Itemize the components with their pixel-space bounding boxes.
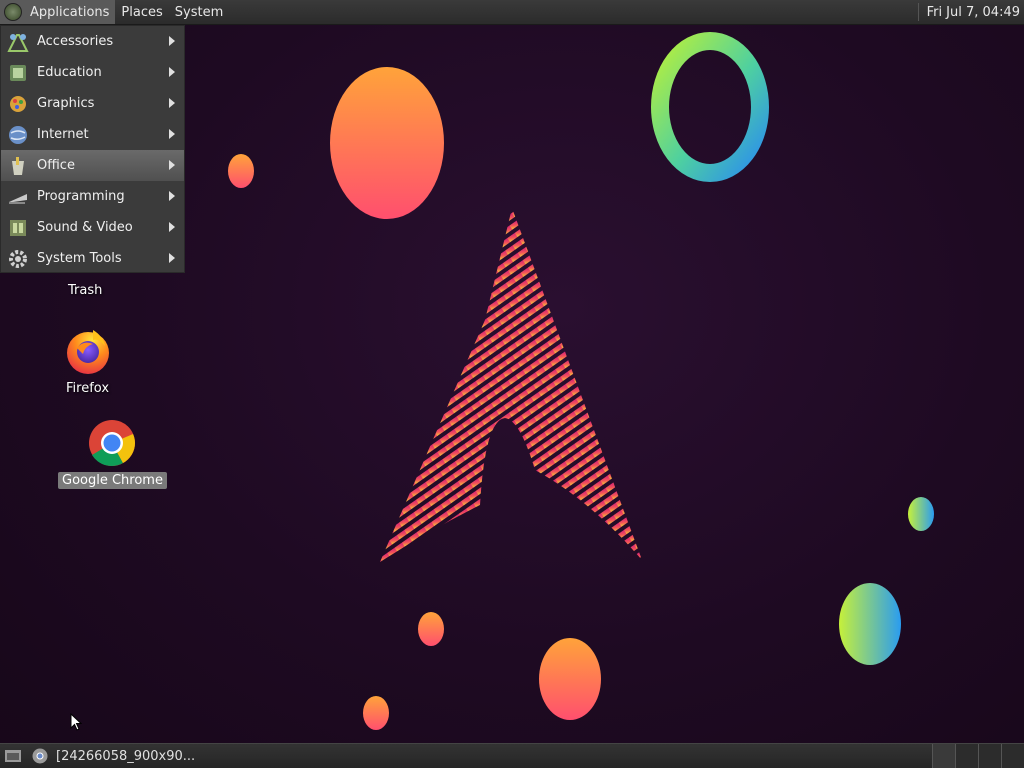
menu-item-label: Accessories: [37, 34, 114, 49]
submenu-arrow-icon: [169, 36, 175, 46]
sound-video-icon: [7, 217, 29, 239]
orange-bubble-bottom: [539, 638, 601, 720]
submenu-arrow-icon: [169, 191, 175, 201]
firefox-icon: [66, 330, 109, 374]
places-label: Places: [121, 4, 163, 20]
menu-item-label: Sound & Video: [37, 220, 133, 235]
submenu-arrow-icon: [169, 253, 175, 263]
system-tools-icon: [7, 248, 29, 270]
desktop-icon-chrome[interactable]: Google Chrome: [58, 418, 167, 489]
desktop-icon-firefox[interactable]: Firefox: [62, 326, 113, 397]
submenu-arrow-icon: [169, 67, 175, 77]
internet-icon: [7, 124, 29, 146]
graphics-icon: [7, 93, 29, 115]
menu-item-system-tools[interactable]: System Tools: [1, 243, 184, 274]
office-icon: [7, 155, 29, 177]
applications-menu-button[interactable]: Applications: [0, 0, 116, 24]
menu-item-office[interactable]: Office: [1, 150, 184, 181]
show-desktop-icon: [5, 750, 21, 762]
workspace-4[interactable]: [1001, 744, 1024, 768]
workspace-2[interactable]: [955, 744, 978, 768]
desktop-icon-trash[interactable]: Trash: [64, 278, 106, 299]
menu-item-label: Education: [37, 65, 102, 80]
menu-item-label: System Tools: [37, 251, 122, 266]
desktop-icon-label: Trash: [68, 283, 103, 298]
menu-item-label: Programming: [37, 189, 125, 204]
accessories-icon: [7, 31, 29, 53]
submenu-arrow-icon: [169, 129, 175, 139]
applications-dropdown: Accessories Education Graphics Internet …: [0, 25, 185, 273]
menu-item-graphics[interactable]: Graphics: [1, 88, 184, 119]
blue-bubble-small: [908, 497, 934, 531]
orange-bubble-large: [330, 67, 444, 219]
clock-text: Fri Jul 7, 04:49: [926, 4, 1020, 20]
distro-logo-icon: [4, 3, 22, 21]
ring-bubble: [651, 32, 769, 182]
submenu-arrow-icon: [169, 160, 175, 170]
top-panel: Applications Places System Fri Jul 7, 04…: [0, 0, 1024, 25]
education-icon: [7, 62, 29, 84]
menu-item-programming[interactable]: Programming: [1, 181, 184, 212]
orange-bubble-tiny-2: [363, 696, 389, 730]
menu-item-internet[interactable]: Internet: [1, 119, 184, 150]
mouse-cursor-icon: [70, 713, 82, 731]
submenu-arrow-icon: [169, 98, 175, 108]
blue-bubble-large: [839, 583, 901, 665]
menu-item-label: Internet: [37, 127, 89, 142]
orange-bubble-tiny-1: [418, 612, 444, 646]
clock[interactable]: Fri Jul 7, 04:49: [917, 0, 1020, 24]
system-menu-button[interactable]: System: [169, 0, 229, 24]
desktop-icon-label: Google Chrome: [58, 472, 167, 489]
taskbar-window-label: [24266058_900x90...: [56, 748, 196, 764]
applications-label: Applications: [30, 4, 110, 20]
programming-icon: [7, 186, 29, 208]
desktop-icon-label: Firefox: [66, 381, 110, 396]
menu-item-label: Graphics: [37, 96, 95, 111]
chrome-icon: [89, 420, 136, 467]
workspace-3[interactable]: [978, 744, 1001, 768]
menu-item-accessories[interactable]: Accessories: [1, 26, 184, 57]
submenu-arrow-icon: [169, 222, 175, 232]
places-menu-button[interactable]: Places: [115, 0, 168, 24]
bottom-panel: [24266058_900x90...: [0, 743, 1024, 768]
orange-bubble-small: [228, 154, 254, 188]
chrome-small-icon: [32, 748, 48, 764]
menu-item-label: Office: [37, 158, 75, 173]
taskbar-window-button[interactable]: [24266058_900x90...: [26, 744, 201, 768]
system-label: System: [174, 4, 224, 20]
arch-logo: [380, 208, 642, 562]
workspace-switcher: [932, 744, 1024, 768]
workspace-1[interactable]: [932, 744, 955, 768]
menu-item-sound-video[interactable]: Sound & Video: [1, 212, 184, 243]
show-desktop-button[interactable]: [0, 744, 26, 768]
panel-separator: [917, 3, 919, 21]
menu-item-education[interactable]: Education: [1, 57, 184, 88]
